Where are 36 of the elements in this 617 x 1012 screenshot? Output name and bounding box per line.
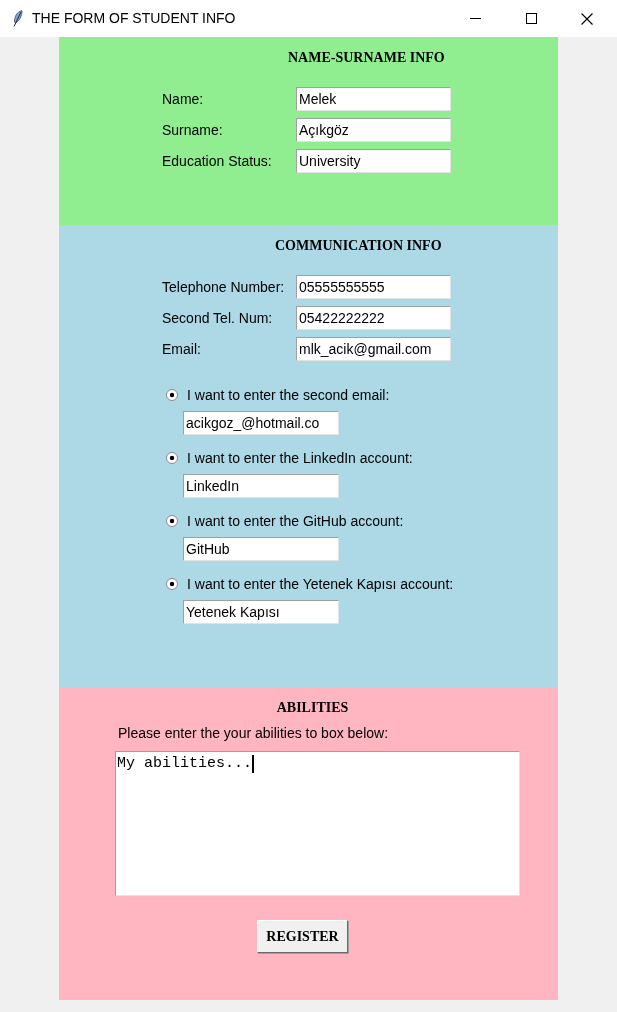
option-label[interactable]: I want to enter the second email: bbox=[187, 384, 390, 406]
field-label: Email: bbox=[162, 339, 202, 359]
register-button[interactable]: REGISTER bbox=[257, 920, 348, 953]
radio-button-icon[interactable] bbox=[166, 578, 178, 590]
option-label[interactable]: I want to enter the GitHub account: bbox=[187, 510, 404, 532]
radio-button-icon[interactable] bbox=[166, 452, 178, 464]
field-label: Second Tel. Num: bbox=[162, 308, 274, 328]
section-heading: COMMUNICATION INFO bbox=[275, 237, 442, 253]
text-field[interactable]: 05422222222 bbox=[296, 306, 451, 330]
text-field[interactable]: Açıkgöz bbox=[296, 118, 451, 142]
minimize-icon bbox=[469, 18, 481, 19]
feather-icon bbox=[13, 10, 23, 27]
field-label: Education Status: bbox=[162, 151, 273, 171]
radio-button-icon[interactable] bbox=[166, 389, 178, 401]
section-heading: ABILITIES bbox=[276, 699, 349, 715]
maximize-icon bbox=[525, 13, 537, 24]
account-field[interactable]: acikgoz_@hotmail.co bbox=[183, 411, 339, 435]
close-icon bbox=[581, 12, 593, 25]
text-field[interactable]: University bbox=[296, 149, 451, 173]
account-field[interactable]: GitHub bbox=[183, 537, 339, 561]
field-label: Name: bbox=[162, 89, 205, 109]
field-label: Telephone Number: bbox=[162, 277, 286, 297]
option-label[interactable]: I want to enter the Yetenek Kapısı account: bbox=[187, 573, 454, 595]
account-field[interactable]: Yetenek Kapısı bbox=[183, 600, 339, 624]
window-title: THE FORM OF STUDENT INFO bbox=[32, 9, 236, 28]
field-label: Surname: bbox=[162, 120, 224, 140]
account-field[interactable]: LinkedIn bbox=[183, 474, 339, 498]
abilities-prompt: Please enter the your abilities to box below: bbox=[118, 724, 389, 743]
text-field[interactable]: mlk_acik@gmail.com bbox=[296, 337, 451, 361]
section-heading: NAME-SURNAME INFO bbox=[288, 49, 445, 65]
text-field[interactable]: Melek bbox=[296, 87, 451, 111]
text-cursor-icon bbox=[252, 755, 255, 773]
option-label[interactable]: I want to enter the LinkedIn account: bbox=[187, 447, 413, 469]
radio-button-icon[interactable] bbox=[166, 515, 178, 527]
abilities-text-area[interactable]: My abilities... bbox=[115, 751, 520, 896]
text-field[interactable]: 05555555555 bbox=[296, 275, 451, 299]
